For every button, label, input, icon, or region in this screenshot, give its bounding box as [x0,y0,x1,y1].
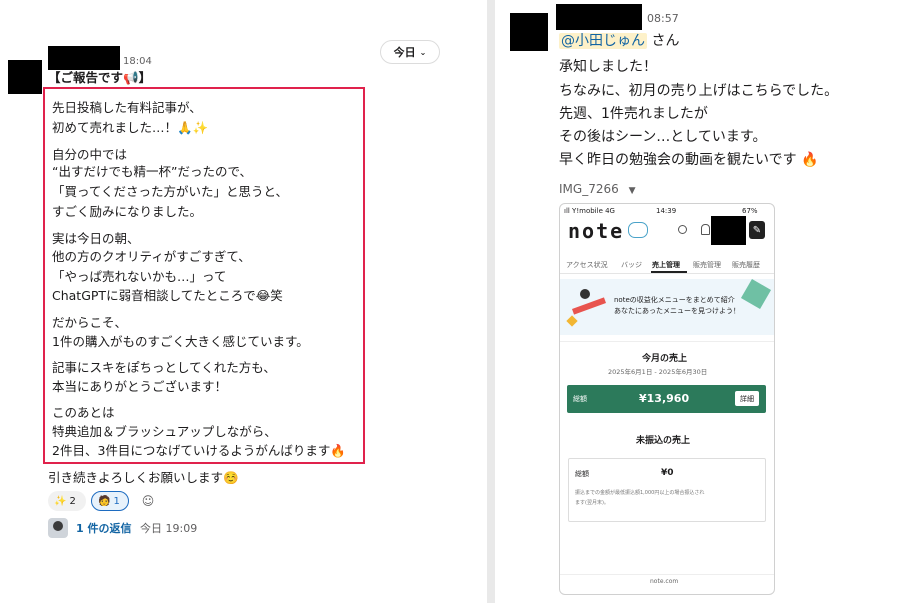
message-line: 1件の購入がものすごく大きく感じています。 [52,334,309,349]
message-line: 先週、1件売れましたが [559,106,708,122]
message-line: すごく励みになりました。 [52,204,203,219]
sparkles-icon: ✨ [54,495,67,507]
tab-bar: アクセス状況 バッジ 売上管理 販売管理 販売履歴 [560,255,774,274]
reply-count-link[interactable]: 1 件の返信 [76,521,131,537]
sender-name-redacted[interactable] [556,4,642,30]
message-line: 記事にスキをぽちっとしてくれた方も、 [52,360,276,375]
message-line: 「やっぱ売れないかも…」って [52,269,227,284]
reply-time: 今日 19:09 [140,522,198,535]
message-line: 承知しました！ [559,59,657,75]
active-tab-underline [651,271,687,273]
message-line: だからこそ、 [52,315,128,330]
user-mention[interactable]: @小田じゅん [559,33,647,49]
tab-history[interactable]: 販売履歴 [732,260,760,270]
message-closing: 引き続きよろしくお願いします☺️ [48,470,239,485]
message-line: 実は今日の朝、 [52,231,140,246]
message-line: ChatGPTに弱音相談してたところで😂笑 [52,288,283,303]
section-divider [560,341,774,342]
status-carrier: ıll Y!mobile 4G [564,207,615,215]
message-line: 初めて売れました…！🙏✨ [52,120,209,135]
detail-button-label: 詳細 [740,394,754,403]
mention-line: @小田じゅん さん [559,31,679,51]
total-sales-bar: 総額 ¥13,960 詳細 [567,385,766,413]
panel-divider [487,0,495,603]
reaction-sparkles[interactable]: ✨ 2 [48,491,86,511]
attached-image-phone-screenshot[interactable]: ıll Y!mobile 4G 14:39 67% note ✎ アクセス状況 … [559,203,775,595]
left-message-panel: 18:04 今日 ⌄ 【ご報告です📢】 先日投稿した有料記事が、 初めて売れまし… [0,0,487,603]
banner-decoration [740,278,772,310]
unpaid-amount: ¥0 [661,468,674,478]
banner-illustration [566,285,610,329]
search-icon[interactable] [678,225,687,234]
total-label: 総額 [573,395,587,403]
month-sales-title: 今月の売上 [642,354,688,364]
note-logo: note [568,219,625,243]
person-icon: 🧑 [98,495,111,507]
message-line: このあとは [52,405,115,420]
unpaid-sales-title: 未振込の売上 [636,436,691,446]
tab-transfer[interactable]: 販売管理 [693,260,721,270]
date-pill[interactable]: 今日 ⌄ [380,40,440,64]
sender-avatar[interactable] [510,13,548,51]
bell-icon[interactable] [701,224,710,235]
reaction-person[interactable]: 🧑 1 [91,491,129,511]
caret-down-icon[interactable]: ▼ [629,186,636,196]
message-line: 2件目、3件目につなげていけるようがんばります🔥 [52,443,346,458]
reaction-count: 1 [113,495,120,507]
pencil-icon: ✎ [752,224,762,236]
total-amount: ¥13,960 [639,392,690,405]
message-line: 本当にありがとうございます！ [52,379,228,394]
message-timestamp[interactable]: 08:57 [647,12,679,25]
chevron-down-icon: ⌄ [419,47,427,57]
message-line: 早く昨日の勉強会の動画を観たいです 🔥 [559,152,819,168]
anniversary-badge [628,222,648,238]
attachment-filename: IMG_7266 [559,182,619,196]
add-reaction-button[interactable]: ☺ [138,491,158,511]
status-time: 14:39 [656,207,677,215]
banner-line2: あなたにあったメニューを見つけよう！ [614,307,740,315]
date-pill-label: 今日 [393,46,416,59]
message-line: その後はシーン…としています。 [559,129,767,145]
message-line: 特典追加＆ブラッシュアップしながら、 [52,424,277,439]
honorific: さん [647,33,680,49]
detail-button[interactable]: 詳細 [735,391,759,406]
add-emoji-icon: ☺ [141,494,155,508]
footer-divider [560,574,774,575]
reply-avatar [48,518,68,538]
sender-name-redacted[interactable] [48,46,120,70]
message-line: ちなみに、初月の売り上げはこちらでした。 [559,83,839,99]
reaction-count: 2 [69,495,76,507]
month-period: 2025年6月1日 - 2025年6月30日 [608,368,708,376]
tab-access[interactable]: アクセス状況 [566,260,608,270]
unpaid-label: 総額 [575,470,589,478]
tab-sales[interactable]: 売上管理 [652,260,680,270]
message-line: 他の方のクオリティがすごすぎて、 [52,249,251,264]
unpaid-card: 総額 ¥0 振込までの金額が最低振込額1,000円以上の場合振込され ます(翌月… [568,458,766,522]
unpaid-note: 振込までの金額が最低振込額1,000円以上の場合振込され [575,490,705,496]
edit-button[interactable]: ✎ [749,221,765,239]
message-line: “出すだけでも精一杯”だったので、 [52,164,252,179]
message-line: 「買ってくださった方がいた」と思うと、 [52,184,289,199]
message-line: 自分の中では [52,147,128,162]
sender-avatar[interactable] [8,60,42,94]
footer-domain: note.com [650,578,679,585]
status-battery: 67% [742,207,758,215]
unpaid-note: ます(翌月末)。 [575,500,609,506]
message-header: 【ご報告です📢】 [48,70,152,85]
banner-line1: noteの収益化メニューをまとめて紹介 [614,296,735,304]
attachment-name[interactable]: IMG_7266 ▼ [559,181,635,199]
tab-badge[interactable]: バッジ [621,260,642,270]
message-line: 先日投稿した有料記事が、 [52,100,202,115]
profile-redacted[interactable] [711,216,746,245]
message-timestamp[interactable]: 18:04 [123,56,152,67]
promo-banner[interactable]: noteの収益化メニューをまとめて紹介 あなたにあったメニューを見つけよう！ [560,278,774,335]
